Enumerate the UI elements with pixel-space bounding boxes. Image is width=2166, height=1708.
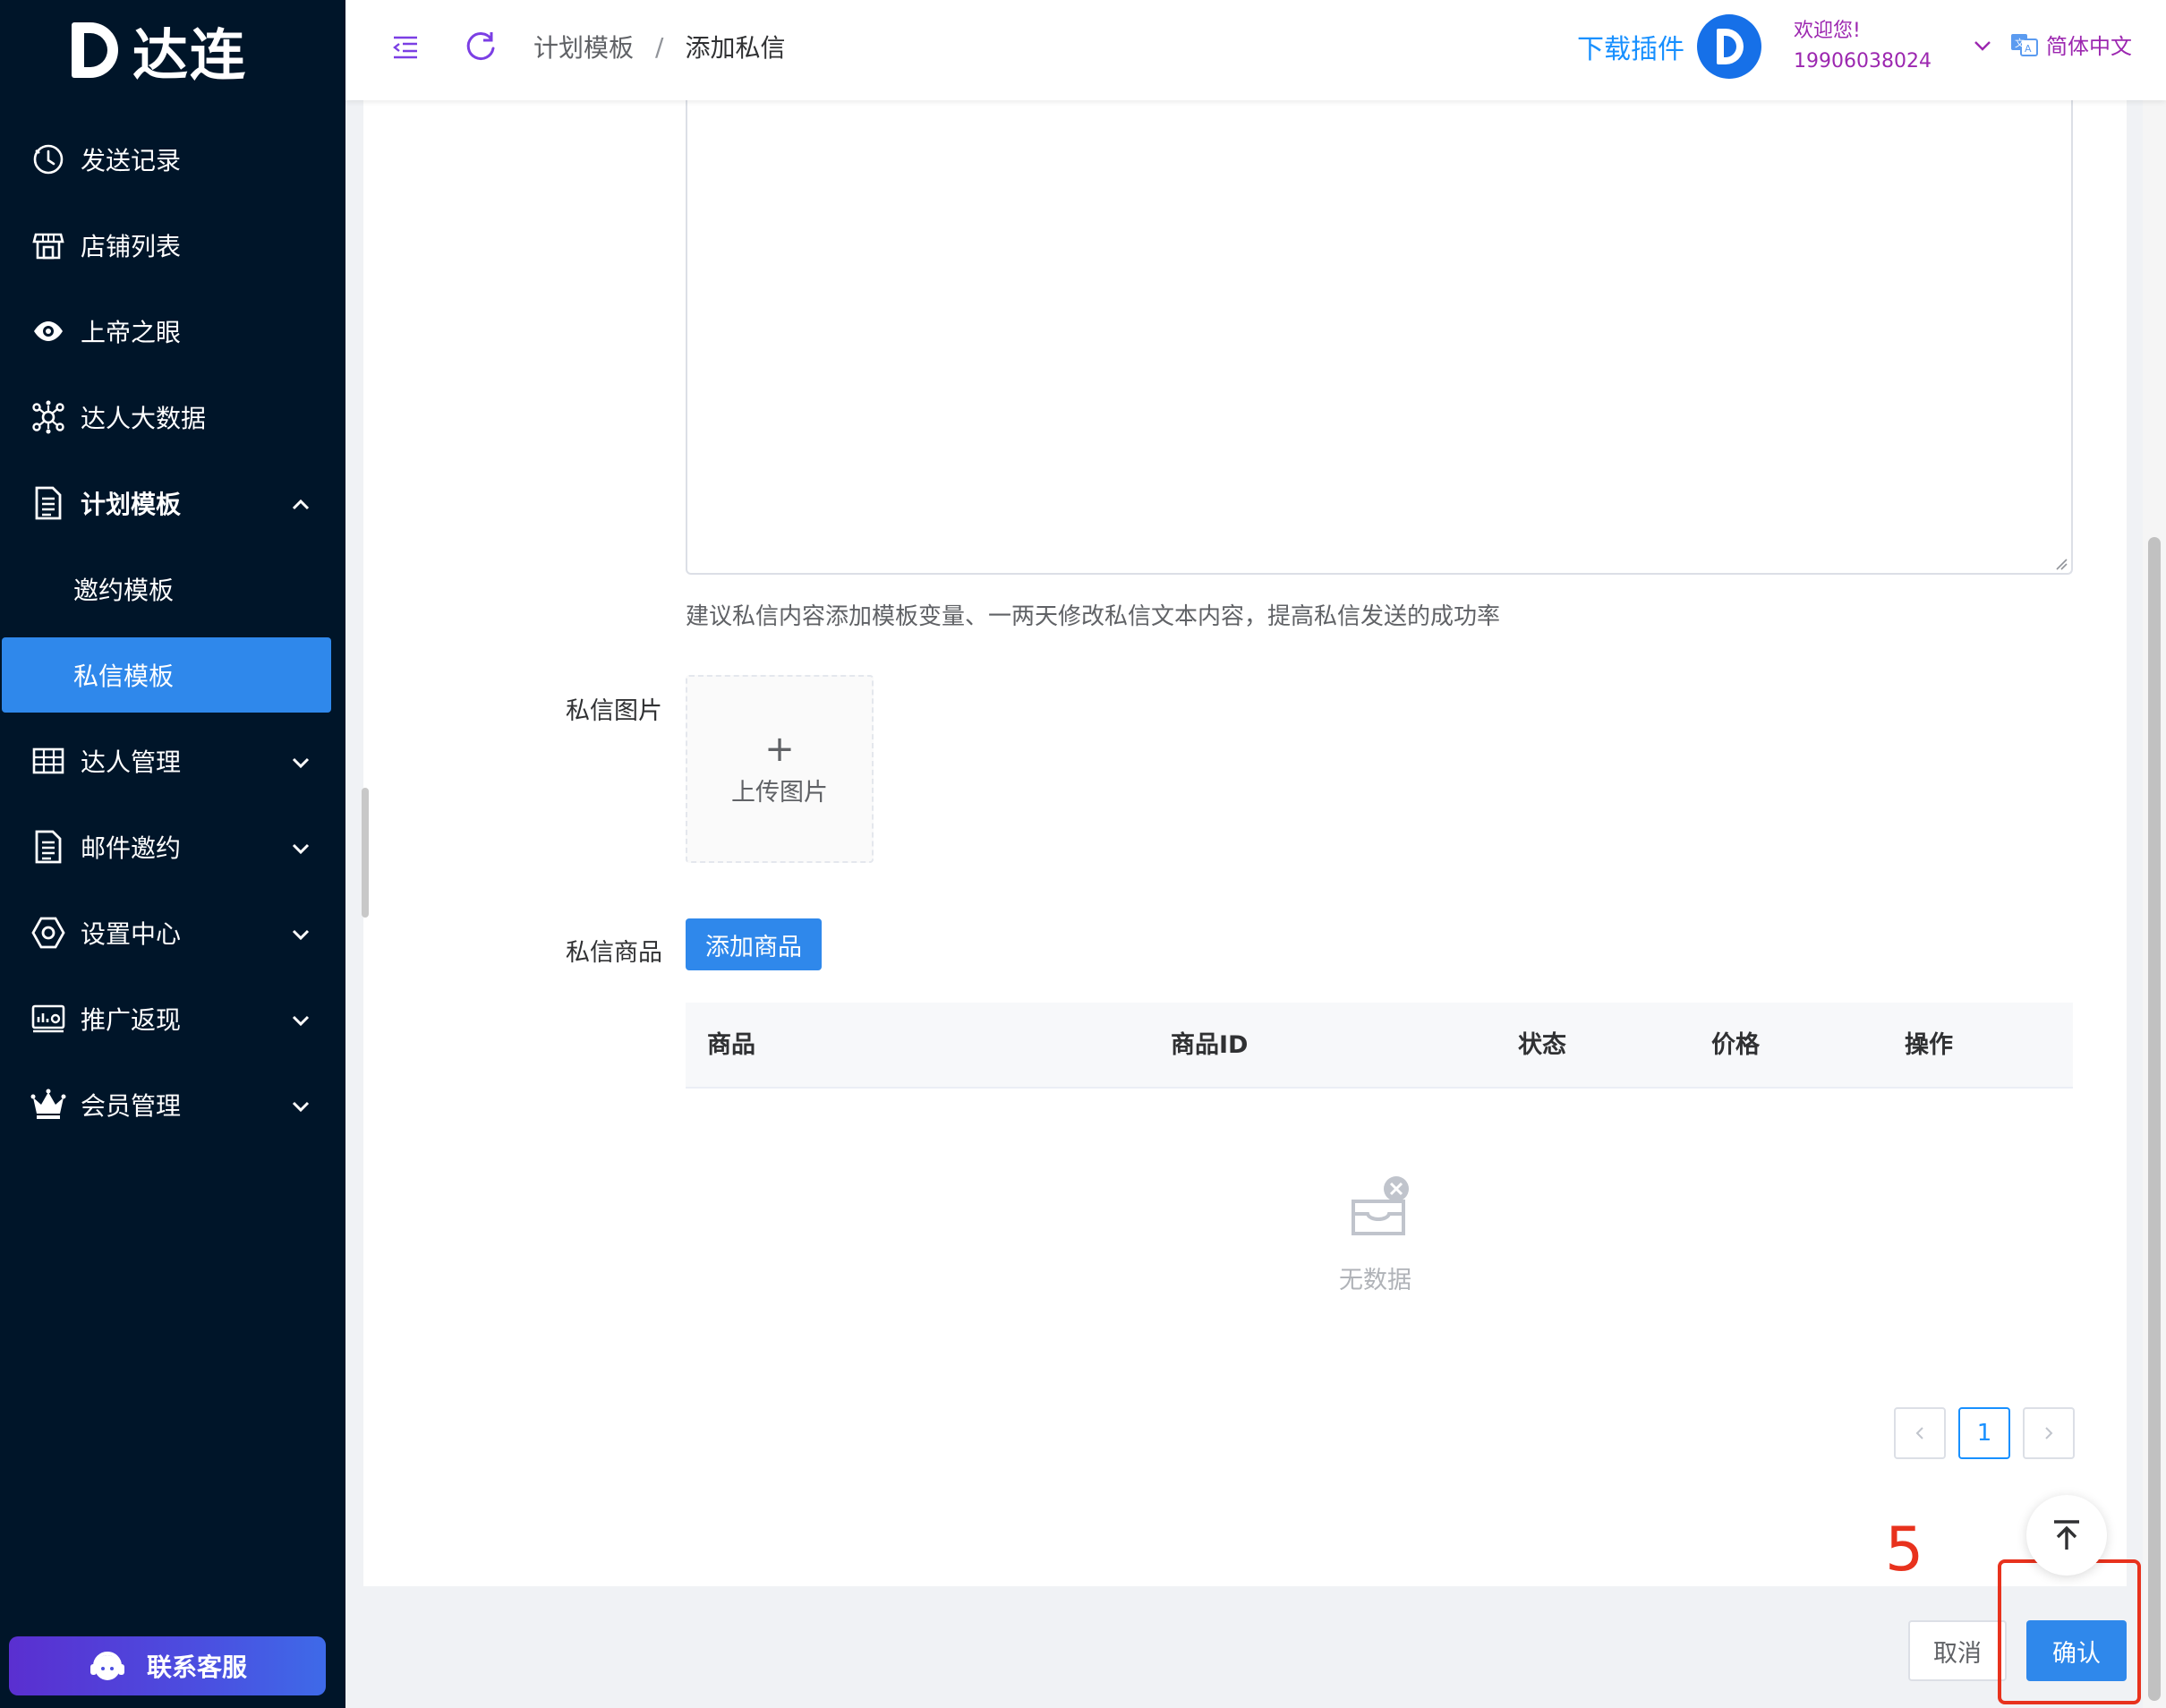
sidebar-item-label: 计划模板 bbox=[81, 490, 182, 519]
breadcrumb-add-dm: 添加私信 bbox=[685, 33, 786, 63]
chevron-down-icon[interactable] bbox=[1973, 36, 1992, 56]
step-annotation-highlight bbox=[1998, 1559, 2141, 1704]
sidebar-item-promotion-cashback[interactable]: 推广返现 bbox=[0, 976, 345, 1062]
upload-image-label: 上传图片 bbox=[731, 778, 828, 807]
menu-collapse-icon[interactable] bbox=[390, 32, 421, 63]
column-header: 操作 bbox=[1905, 1031, 1953, 1059]
store-icon bbox=[30, 227, 66, 263]
sidebar-item-influencer-management[interactable]: 达人管理 bbox=[0, 718, 345, 804]
logo[interactable]: 达连 bbox=[70, 13, 247, 88]
settings-icon bbox=[30, 915, 66, 951]
sidebar-subitem-invite-templates[interactable]: 邀约模板 bbox=[0, 546, 345, 632]
contact-support-label: 联系客服 bbox=[146, 1652, 247, 1682]
column-header: 商品 bbox=[707, 1031, 755, 1059]
sidebar-item-label: 邮件邀约 bbox=[81, 833, 182, 863]
upload-image-button[interactable]: + 上传图片 bbox=[686, 675, 874, 863]
sidebar-item-label: 推广返现 bbox=[81, 1005, 182, 1035]
plus-icon: + bbox=[764, 728, 795, 770]
breadcrumb-separator: / bbox=[655, 31, 664, 62]
download-plugin-link[interactable]: 下载插件 bbox=[1577, 27, 1684, 66]
sidebar: 达连 发送记录 店铺列表 上帝之眼 达人大数据 计划模板 邀约模板 私信模板 达… bbox=[0, 0, 345, 1708]
arrow-up-icon bbox=[2054, 1520, 2079, 1550]
back-to-top-button[interactable] bbox=[2026, 1495, 2107, 1576]
column-header: 状态 bbox=[1518, 1031, 1566, 1059]
sidebar-item-email-invitations[interactable]: 邮件邀约 bbox=[0, 804, 345, 890]
chevron-down-icon bbox=[290, 922, 311, 944]
clock-icon bbox=[30, 141, 66, 177]
document-icon bbox=[30, 485, 66, 521]
page-scrollbar-thumb[interactable] bbox=[2148, 537, 2161, 1701]
form-card: 建议私信内容添加模板变量、一两天修改私信文本内容，提高私信发送的成功率 私信图片… bbox=[363, 100, 2127, 1586]
sidebar-item-settings-center[interactable]: 设置中心 bbox=[0, 890, 345, 976]
chevron-left-icon bbox=[1915, 1427, 1923, 1439]
add-product-button[interactable]: 添加商品 bbox=[686, 918, 822, 970]
network-icon bbox=[30, 399, 66, 435]
sidebar-item-label: 店铺列表 bbox=[81, 232, 182, 261]
user-welcome[interactable]: 欢迎您! 19906038024 bbox=[1794, 16, 1931, 77]
language-label: 简体中文 bbox=[2046, 34, 2132, 59]
headset-icon bbox=[88, 1646, 127, 1686]
sidebar-subitem-dm-templates[interactable]: 私信模板 bbox=[2, 637, 331, 713]
content-scrollbar[interactable] bbox=[362, 788, 369, 918]
dm-product-label: 私信商品 bbox=[566, 939, 662, 967]
table-icon bbox=[30, 743, 66, 779]
sidebar-subitem-label: 私信模板 bbox=[73, 662, 175, 691]
translate-icon: 文A bbox=[2010, 32, 2039, 57]
sidebar-item-send-records[interactable]: 发送记录 bbox=[0, 116, 345, 202]
chevron-down-icon bbox=[290, 1094, 311, 1115]
document-icon bbox=[30, 829, 66, 865]
top-header: 计划模板 / 添加私信 下载插件 欢迎您! 19906038024 文A 简体中… bbox=[345, 0, 2166, 100]
sidebar-item-store-list[interactable]: 店铺列表 bbox=[0, 202, 345, 288]
sidebar-item-member-management[interactable]: 会员管理 bbox=[0, 1062, 345, 1148]
sidebar-item-label: 达人大数据 bbox=[81, 404, 207, 433]
next-page-button[interactable] bbox=[2023, 1407, 2075, 1459]
product-table-header: 商品 商品ID 状态 价格 操作 bbox=[686, 1003, 2073, 1089]
avatar[interactable] bbox=[1697, 14, 1761, 79]
resize-handle-icon[interactable] bbox=[2055, 557, 2068, 570]
sidebar-item-label: 发送记录 bbox=[81, 146, 182, 175]
column-header: 价格 bbox=[1711, 1031, 1760, 1059]
sidebar-item-label: 会员管理 bbox=[81, 1091, 182, 1121]
welcome-text: 欢迎您! bbox=[1794, 20, 1861, 42]
sidebar-item-label: 上帝之眼 bbox=[81, 318, 182, 347]
svg-text:文: 文 bbox=[2015, 37, 2025, 49]
sidebar-item-label: 达人管理 bbox=[81, 747, 182, 777]
dashboard-icon bbox=[30, 1001, 66, 1037]
page-number-button[interactable]: 1 bbox=[1958, 1407, 2010, 1459]
dm-content-hint: 建议私信内容添加模板变量、一两天修改私信文本内容，提高私信发送的成功率 bbox=[686, 603, 1501, 630]
prev-page-button[interactable] bbox=[1894, 1407, 1946, 1459]
sidebar-menu: 发送记录 店铺列表 上帝之眼 达人大数据 计划模板 邀约模板 私信模板 达人管理… bbox=[0, 116, 345, 1148]
contact-support-button[interactable]: 联系客服 bbox=[9, 1636, 326, 1695]
refresh-icon[interactable] bbox=[464, 29, 498, 63]
chevron-up-icon bbox=[290, 492, 311, 514]
chevron-down-icon bbox=[290, 836, 311, 858]
sidebar-subitem-label: 邀约模板 bbox=[73, 576, 175, 605]
chevron-down-icon bbox=[290, 1008, 311, 1029]
sidebar-item-plan-templates[interactable]: 计划模板 bbox=[0, 460, 345, 546]
column-header: 商品ID bbox=[1171, 1031, 1249, 1059]
chevron-right-icon bbox=[2045, 1427, 2053, 1439]
breadcrumb-plan-templates[interactable]: 计划模板 bbox=[533, 29, 634, 64]
sidebar-item-gods-eye[interactable]: 上帝之眼 bbox=[0, 288, 345, 374]
dm-content-textarea[interactable] bbox=[686, 100, 2073, 575]
logo-text: 达连 bbox=[132, 22, 248, 88]
eye-icon bbox=[30, 313, 66, 349]
sidebar-item-influencer-data[interactable]: 达人大数据 bbox=[0, 374, 345, 460]
dm-image-label: 私信图片 bbox=[566, 697, 662, 725]
user-phone: 19906038024 bbox=[1794, 50, 1931, 73]
breadcrumb: 计划模板 / 添加私信 bbox=[533, 27, 785, 66]
chevron-down-icon bbox=[290, 750, 311, 772]
cancel-button[interactable]: 取消 bbox=[1908, 1620, 2007, 1681]
step-annotation-number: 5 bbox=[1885, 1515, 1924, 1585]
svg-text:A: A bbox=[2025, 43, 2032, 55]
sidebar-item-label: 设置中心 bbox=[81, 919, 182, 949]
crown-icon bbox=[30, 1087, 66, 1123]
empty-data-icon bbox=[1346, 1174, 1414, 1243]
empty-data-text: 无数据 bbox=[1339, 1267, 1411, 1294]
logo-mark-icon bbox=[70, 21, 120, 80]
language-selector[interactable]: 文A 简体中文 bbox=[2010, 29, 2132, 60]
